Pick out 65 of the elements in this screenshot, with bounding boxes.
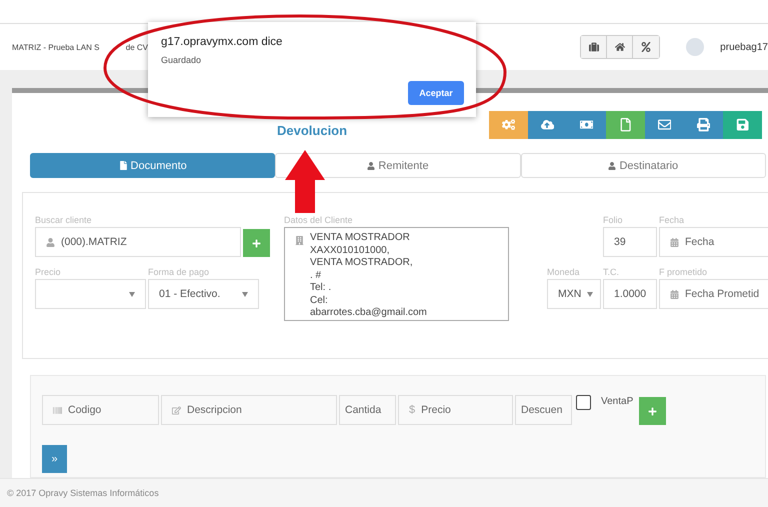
cloud-upload-icon[interactable] bbox=[528, 111, 567, 139]
field-label: Buscar cliente bbox=[35, 215, 93, 227]
caret-icon bbox=[242, 292, 248, 296]
user-icon bbox=[367, 162, 376, 170]
add-client-button[interactable] bbox=[243, 229, 270, 257]
folio-field[interactable]: 39 bbox=[603, 227, 657, 257]
tab[interactable]: Documento bbox=[30, 153, 276, 178]
field-label: Fecha bbox=[659, 215, 686, 227]
field-label: Precio bbox=[35, 267, 62, 279]
banknote-icon[interactable] bbox=[567, 111, 606, 139]
user-icon bbox=[608, 162, 616, 170]
save-icon[interactable] bbox=[723, 111, 762, 139]
caret-icon bbox=[129, 292, 135, 296]
cogs-icon[interactable] bbox=[489, 111, 528, 139]
file-icon bbox=[118, 161, 128, 170]
barcode-icon bbox=[53, 406, 62, 414]
dialog-message: Guardado bbox=[161, 55, 202, 65]
checkbox-label: VentaP bbox=[601, 396, 634, 407]
checkbox[interactable] bbox=[576, 395, 591, 410]
accept-button[interactable]: Aceptar bbox=[408, 81, 464, 105]
user-name[interactable]: pruebag17 bbox=[720, 42, 768, 52]
plus-icon bbox=[252, 238, 261, 248]
caret-icon bbox=[587, 292, 594, 296]
tab[interactable]: Destinatario bbox=[520, 153, 766, 178]
company-title: de CV bbox=[126, 42, 148, 52]
print-icon[interactable] bbox=[684, 111, 723, 139]
field-label: Moneda bbox=[547, 267, 581, 279]
item-field[interactable]: $ Precio bbox=[398, 395, 513, 425]
briefcase-icon[interactable] bbox=[581, 36, 608, 58]
company-title: MATRIZ - Prueba LAN S bbox=[12, 42, 100, 52]
add-item-button[interactable] bbox=[639, 397, 666, 425]
dialog-title: g17.opravymx.com dice bbox=[161, 36, 284, 48]
client-data-text: VENTA MOSTRADOR XAXX010101000, VENTA MOSTRADOR, . # Tel: . Cel: abarrotes.cba@gmail.com bbox=[310, 232, 427, 316]
field-label: F prometido bbox=[659, 267, 708, 279]
field-label: Folio bbox=[603, 215, 624, 227]
envelope-icon[interactable] bbox=[645, 111, 684, 139]
rate-field[interactable]: 1.0000 bbox=[603, 279, 657, 309]
item-field[interactable]: Cantida bbox=[339, 395, 396, 425]
user-icon bbox=[46, 238, 55, 246]
payment-select[interactable]: 01 - Efectivo. bbox=[148, 279, 259, 309]
item-field[interactable]: Descuen bbox=[515, 395, 572, 425]
item-field[interactable]: Descripcion bbox=[161, 395, 337, 425]
building-icon bbox=[295, 236, 304, 245]
page-title: Devolucion bbox=[277, 124, 348, 138]
field-label: T.C. bbox=[603, 267, 620, 279]
edit-icon bbox=[172, 406, 181, 414]
dollar-sign: $ bbox=[409, 404, 416, 416]
percent-icon[interactable] bbox=[633, 36, 660, 58]
client-search-field[interactable]: (000).MATRIZ bbox=[35, 227, 241, 257]
calendar-icon bbox=[670, 290, 679, 298]
tab[interactable]: Remitente bbox=[275, 153, 521, 178]
arrow-icon bbox=[285, 150, 325, 213]
calendar-icon bbox=[670, 238, 679, 246]
field-label: Datos del Cliente bbox=[284, 215, 354, 227]
promised-date-field[interactable]: Fecha Prometid bbox=[659, 279, 768, 309]
footer-text: © 2017 Opravy Sistemas Informáticos bbox=[0, 478, 768, 507]
currency-select[interactable]: MXN bbox=[547, 279, 601, 309]
client-data-field[interactable]: VENTA MOSTRADOR XAXX010101000, VENTA MOSTRADOR, . # Tel: . Cel: abarrotes.cba@gmail.com bbox=[284, 227, 509, 321]
item-field[interactable]: Codigo bbox=[42, 395, 159, 425]
file-icon[interactable] bbox=[606, 111, 645, 139]
field-label: Forma de pago bbox=[148, 267, 210, 279]
date-field[interactable]: Fecha bbox=[659, 227, 768, 257]
next-button[interactable]: » bbox=[42, 445, 67, 473]
home-icon[interactable] bbox=[607, 36, 634, 58]
plus-icon bbox=[648, 406, 657, 416]
